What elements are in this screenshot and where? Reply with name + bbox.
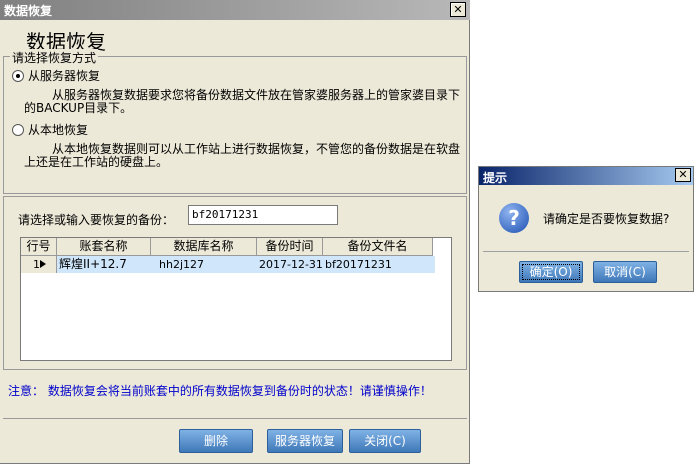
cell-backup-time: 2017-12-31: [257, 256, 323, 273]
column-header-database[interactable]: 数据库名称: [151, 238, 257, 256]
prompt-title-bar: 提示 ✕: [479, 167, 693, 185]
ok-button[interactable]: 确定(O): [519, 261, 583, 283]
column-header-account-set[interactable]: 账套名称: [57, 238, 151, 256]
backup-name-input[interactable]: bf20171231: [188, 205, 338, 225]
table-row[interactable]: 1 辉煌II+12.7 hh2j127 2017-12-31 bf2017123…: [21, 256, 435, 273]
question-icon: ?: [499, 203, 529, 233]
warning-text: 注意： 数据恢复会将当前账套中的所有数据恢复到备份时的状态！请谨慎操作！: [8, 384, 432, 398]
backup-select-panel: 请选择或输入要恢复的备份： bf20171231 行号 账套名称 数据库名称 备…: [3, 196, 467, 370]
local-restore-description: 从本地恢复数据则可以从工作站上进行数据恢复，不管您的备份数据是在软盘上还是在工作…: [24, 142, 461, 169]
radio-label: 从服务器恢复: [28, 69, 101, 83]
current-row-arrow-icon: [40, 260, 46, 268]
close-icon[interactable]: ✕: [675, 168, 691, 182]
data-restore-window: 数据恢复 ✕ 数据恢复 请选择恢复方式 从服务器恢复 从服务器恢复数据要求您将备…: [0, 0, 470, 464]
radio-button[interactable]: [12, 69, 24, 82]
table-header: 行号 账套名称 数据库名称 备份时间 备份文件名: [21, 238, 433, 256]
prompt-message: 请确定是否要恢复数据?: [543, 212, 670, 226]
cell-backup-file: bf20171231: [323, 256, 435, 273]
cancel-button[interactable]: 取消(C): [593, 261, 657, 283]
close-icon[interactable]: ✕: [450, 2, 466, 17]
radio-server-restore[interactable]: 从服务器恢复: [12, 67, 100, 84]
backup-table: 行号 账套名称 数据库名称 备份时间 备份文件名 1 辉煌II+12.7 hh2…: [20, 237, 452, 361]
prompt-dialog: 提示 ✕ ? 请确定是否要恢复数据? 确定(O) 取消(C): [478, 166, 694, 292]
delete-button[interactable]: 删除: [179, 429, 253, 453]
window-title: 数据恢复: [4, 4, 53, 18]
column-header-backup-file[interactable]: 备份文件名: [323, 238, 433, 256]
divider: [483, 251, 689, 252]
radio-label: 从本地恢复: [28, 123, 89, 137]
restore-method-legend: 请选择恢复方式: [10, 49, 99, 66]
cell-database: hh2j127: [151, 256, 257, 273]
prompt-title: 提示: [483, 171, 508, 185]
title-bar: 数据恢复 ✕: [0, 0, 470, 20]
radio-button[interactable]: [12, 123, 24, 136]
cell-row-no: 1: [21, 256, 57, 273]
button-bar: 删除 服务器恢复 关闭(C): [3, 418, 467, 460]
server-restore-button[interactable]: 服务器恢复: [267, 429, 343, 453]
cell-account-set: 辉煌II+12.7: [57, 256, 151, 273]
backup-select-label: 请选择或输入要恢复的备份：: [18, 213, 175, 227]
column-header-backup-time[interactable]: 备份时间: [257, 238, 323, 256]
radio-local-restore[interactable]: 从本地恢复: [12, 121, 88, 138]
restore-method-group: 请选择恢复方式 从服务器恢复 从服务器恢复数据要求您将备份数据文件放在管家婆服务…: [3, 49, 467, 194]
server-restore-description: 从服务器恢复数据要求您将备份数据文件放在管家婆服务器上的管家婆目录下的BACKU…: [24, 88, 461, 115]
row-number: 1: [33, 258, 40, 271]
column-header-row-no[interactable]: 行号: [21, 238, 57, 256]
close-button[interactable]: 关闭(C): [349, 429, 421, 453]
